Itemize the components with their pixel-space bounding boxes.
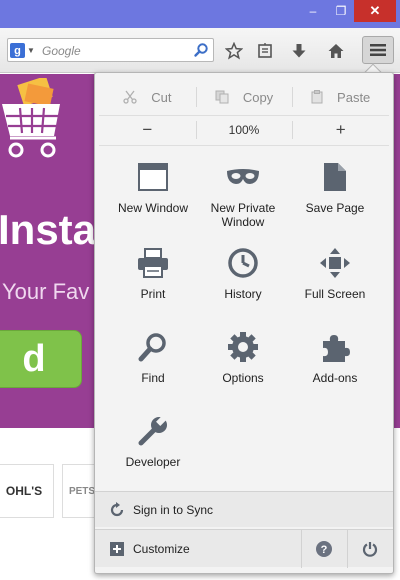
wrench-icon	[138, 415, 167, 446]
sync-icon	[109, 501, 125, 518]
menu-item-label: Options	[222, 371, 264, 385]
maximize-button[interactable]: ❐	[326, 0, 356, 22]
downloads-button[interactable]	[288, 40, 310, 62]
menu-item-new-private-window[interactable]: New Private Window	[195, 159, 291, 229]
window-icon	[138, 163, 168, 191]
scissors-icon	[123, 90, 137, 104]
mask-icon	[227, 169, 259, 184]
menu-item-label: New Private Window	[210, 201, 276, 229]
hero-subtitle: Your Fav	[2, 279, 90, 304]
menu-item-options[interactable]: Options	[195, 329, 291, 385]
download-cta-button[interactable]: d	[0, 330, 82, 388]
menu-item-label: New Window	[117, 201, 189, 215]
hero-heading: Insta	[0, 206, 97, 253]
sign-in-to-sync-button[interactable]: Sign in to Sync	[95, 491, 393, 527]
copy-icon	[215, 90, 229, 104]
menu-item-full-screen[interactable]: Full Screen	[287, 245, 383, 301]
menu-item-label: Print	[140, 287, 166, 301]
hamburger-menu-icon	[370, 44, 386, 56]
svg-text:?: ?	[320, 544, 327, 556]
bookmarks-icon	[258, 43, 272, 58]
search-engine-selector[interactable]: g ▼	[10, 42, 38, 59]
bookmark-star-button[interactable]	[223, 40, 245, 62]
search-go-icon[interactable]	[193, 42, 209, 58]
cut-button[interactable]: Cut	[99, 81, 196, 113]
menu-item-new-window[interactable]: New Window	[105, 159, 201, 215]
copy-button[interactable]: Copy	[195, 81, 293, 113]
copy-label: Copy	[242, 89, 274, 105]
cut-label: Cut	[151, 89, 172, 105]
zoom-level-text: 100%	[228, 122, 260, 137]
search-input[interactable]	[42, 42, 192, 59]
customize-button[interactable]: Customize	[95, 530, 190, 567]
menu-item-find[interactable]: Find	[105, 329, 201, 385]
clipboard-icon	[311, 90, 323, 104]
menu-item-save-page[interactable]: Save Page	[287, 159, 383, 215]
edit-controls: Cut Copy Paste	[99, 81, 389, 113]
sync-label: Sign in to Sync	[133, 502, 214, 517]
search-box: g ▼	[7, 38, 214, 62]
menu-item-developer[interactable]: Developer	[105, 413, 201, 469]
menu-item-label: Save Page	[305, 201, 365, 215]
plus-square-icon	[109, 541, 125, 557]
power-icon	[362, 542, 377, 557]
dropdown-caret-icon: ▼	[27, 46, 35, 55]
gear-icon	[228, 332, 258, 362]
menu-item-print[interactable]: Print	[105, 245, 201, 301]
home-button[interactable]	[325, 40, 347, 62]
zoom-controls: − 100% +	[99, 115, 389, 143]
help-icon: ?	[315, 541, 332, 557]
star-icon	[225, 42, 243, 60]
clock-icon	[228, 248, 258, 278]
minimize-button[interactable]: –	[298, 0, 328, 22]
help-button[interactable]: ?	[301, 530, 345, 568]
app-menu-panel: Cut Copy Paste − 100% + New Window New P…	[94, 72, 394, 574]
window-titlebar: – ❐ ✕	[0, 0, 400, 28]
zoom-separator	[99, 145, 389, 146]
zoom-in-button[interactable]: +	[292, 116, 389, 143]
menu-item-history[interactable]: History	[195, 245, 291, 301]
page-icon	[324, 163, 346, 191]
menu-item-label: Add-ons	[312, 371, 358, 385]
menu-item-label: Find	[141, 371, 165, 385]
magnifier-icon	[138, 333, 166, 362]
paste-button[interactable]: Paste	[292, 81, 389, 113]
browser-toolbar: g ▼	[0, 28, 400, 73]
open-menu-button[interactable]	[362, 36, 394, 64]
kohls-logo: OHL'S	[0, 464, 54, 518]
menu-item-label: Full Screen	[304, 287, 366, 301]
home-icon	[328, 44, 344, 58]
zoom-reset-button[interactable]: 100%	[195, 116, 293, 143]
printer-icon	[138, 248, 168, 278]
customize-footer: Customize ?	[95, 529, 393, 568]
customize-label: Customize	[133, 541, 190, 556]
download-arrow-icon	[292, 44, 306, 58]
quit-button[interactable]	[347, 530, 391, 568]
paste-label: Paste	[337, 89, 371, 105]
puzzle-icon	[323, 335, 350, 362]
shopping-cart-icon	[2, 78, 60, 158]
fullscreen-icon	[320, 248, 350, 278]
menu-item-label: History	[224, 287, 262, 301]
google-logo-icon: g	[10, 43, 25, 58]
menu-item-add-ons[interactable]: Add-ons	[287, 329, 383, 385]
close-window-button[interactable]: ✕	[354, 0, 396, 22]
menu-item-label: Developer	[125, 455, 181, 469]
bookmarks-menu-button[interactable]	[254, 40, 276, 62]
zoom-out-button[interactable]: −	[99, 116, 196, 143]
